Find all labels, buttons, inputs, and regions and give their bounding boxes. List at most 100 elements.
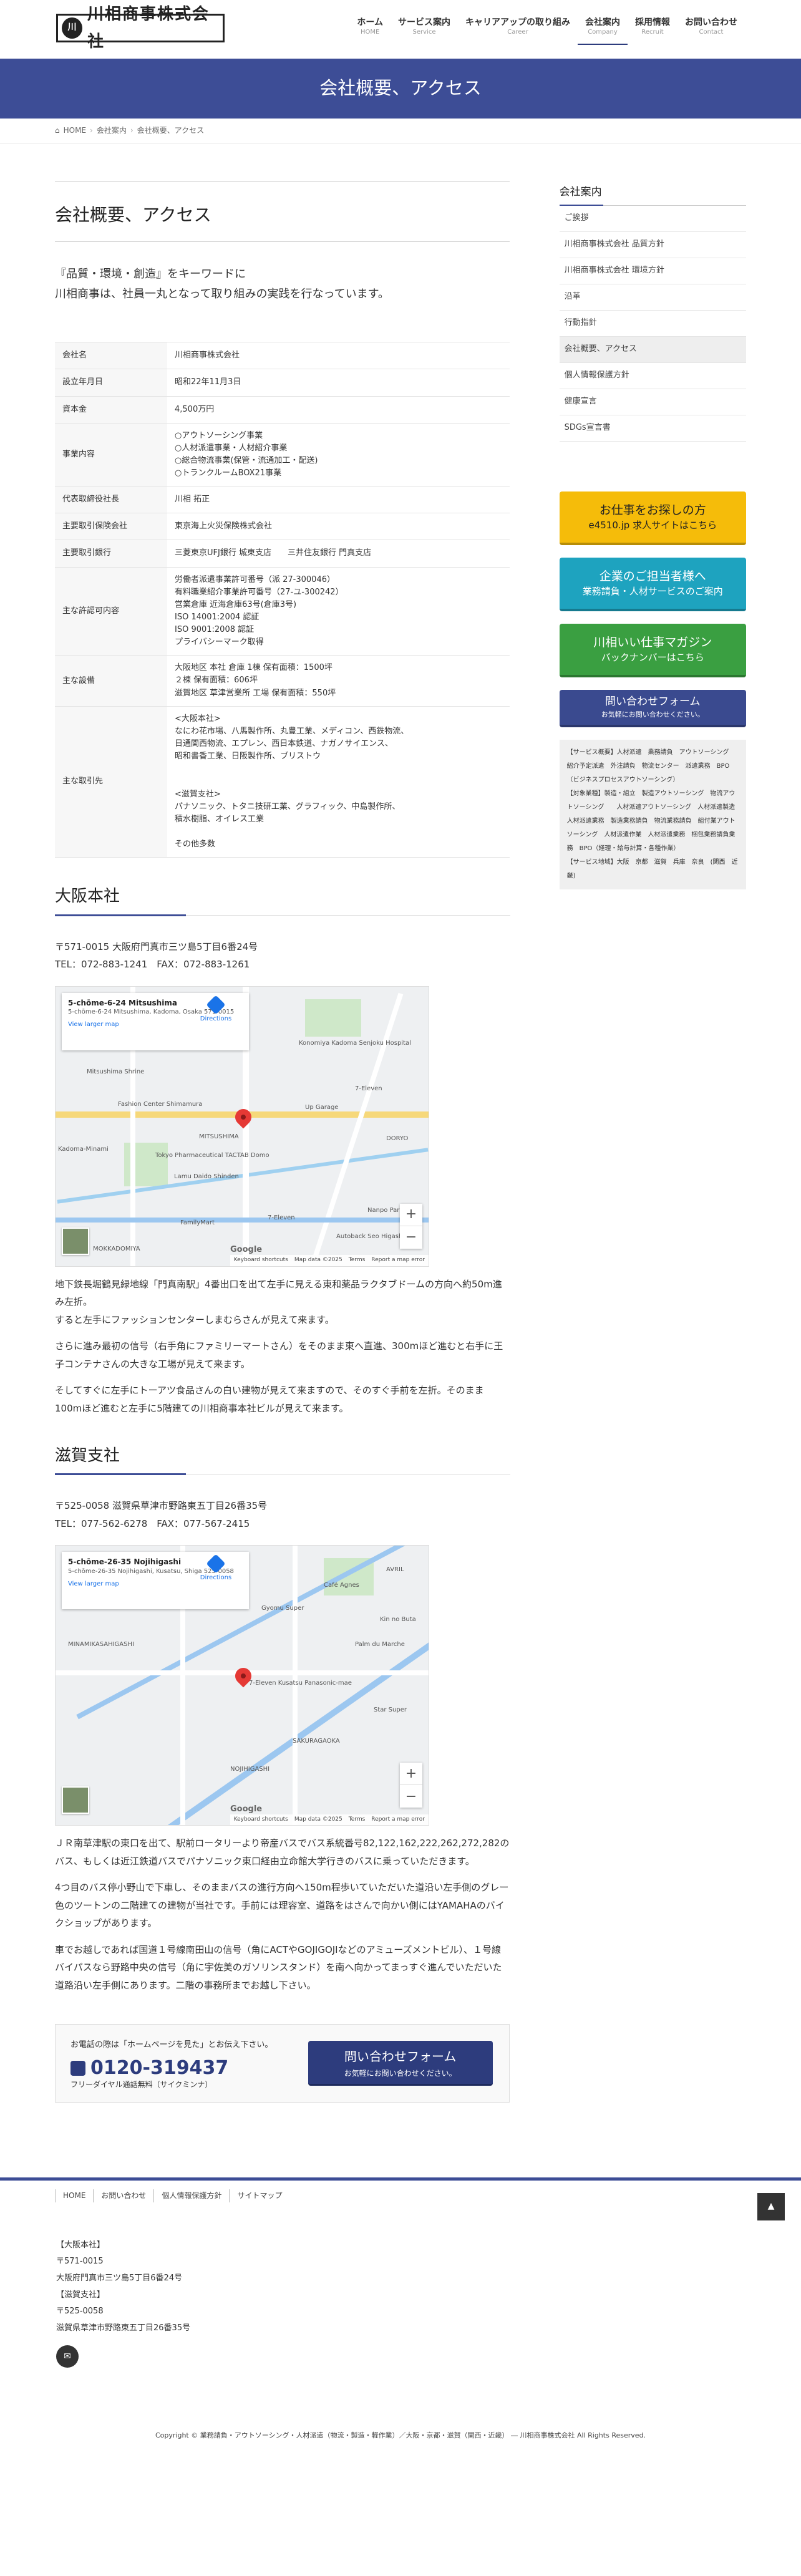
sidebar: 会社案内 ご挨拶 川相商事株式会社 品質方針 川相商事株式会社 環境方針 沿革 … xyxy=(559,168,746,2103)
page-title: 会社概要、アクセス xyxy=(55,181,510,242)
breadcrumb-current: 会社概要、アクセス xyxy=(137,126,205,135)
table-row: 主要取引保険会社 東京海上火災保険株式会社 xyxy=(55,513,510,541)
page-banner: 会社概要、アクセス xyxy=(0,59,801,119)
service-tags: 【サービス概要】人材派遣 業務請負 アウトソーシング 紹介予定派遣 外注請負 物… xyxy=(559,739,746,889)
business-banner[interactable]: 企業のご担当者様へ 業務請負・人材サービスのご案内 xyxy=(559,557,746,611)
sidebar-list: ご挨拶 川相商事株式会社 品質方針 川相商事株式会社 環境方針 沿革 行動指針 … xyxy=(559,206,746,442)
nav-service[interactable]: サービス案内 Service xyxy=(391,17,458,45)
magazine-banner[interactable]: 川相いい仕事マガジン バックナンバーはこちら xyxy=(559,623,746,677)
table-row: 主な設備 大阪地区 本社 倉庫 1棟 保有面積：1500坪 ２棟 保有面積：606… xyxy=(55,655,510,707)
osaka-address: 〒571-0015 大阪府門真市三ツ島5丁目6番24号 TEL：072-883-… xyxy=(55,941,258,971)
map-satellite-toggle[interactable] xyxy=(62,1227,89,1255)
zoom-out-button[interactable]: − xyxy=(400,1785,422,1808)
contact-free-label: フリーダイヤル通話無料（サイクミンナ） xyxy=(70,2080,213,2089)
table-row: 主な許認可内容 労働者派遣事業許可番号（派 27-300046） 有料職業紹介事業… xyxy=(55,566,510,656)
nav-recruit[interactable]: 採用情報 Recruit xyxy=(628,17,677,45)
sidebar-item-sdgs[interactable]: SDGs宣言書 xyxy=(559,415,746,442)
footer-link-home[interactable]: HOME xyxy=(55,2189,93,2202)
phone-icon xyxy=(70,2060,85,2076)
terms-link[interactable]: Terms xyxy=(349,1256,366,1265)
directions-button[interactable]: Directions xyxy=(194,1554,238,1583)
shiga-directions-2: 4つ目のバス停小野山で下車し、そのままバスの進行方向へ150m程歩いていただいた… xyxy=(55,1882,509,1929)
site-header: 川 川相商事株式会社 ホーム HOME サービス案内 Service キャリアアップ… xyxy=(0,0,801,59)
table-row: 資本金 4,500万円 xyxy=(55,395,510,424)
shiga-map[interactable]: MINAMIKASAHIGASHI Gyomu Super Kin no But… xyxy=(55,1545,429,1826)
lead-text: 『品質・環境・創造』をキーワードに 川相商事は、社員一丸となって取り組みの実践を… xyxy=(55,267,389,301)
main-content: 会社概要、アクセス 『品質・環境・創造』をキーワードに 川相商事は、社員一丸とな… xyxy=(55,168,510,2103)
site-footer: HOME お問い合わせ 個人情報保護方針 サイトマップ ▲ 【大阪本社】 〒57… xyxy=(0,2177,801,2467)
map-footer: Keyboard shortcuts Map data ©2025 Terms … xyxy=(230,1255,429,1266)
shiga-directions-1: ＪＲ南草津駅の東口を出て、駅前ロータリーより帝産バスでバス系統番号82,122,… xyxy=(55,1838,510,1867)
directions-icon xyxy=(206,994,226,1015)
sidebar-item-greeting[interactable]: ご挨拶 xyxy=(559,206,746,232)
mail-icon[interactable]: ✉ xyxy=(56,2345,79,2368)
osaka-directions-1: 地下鉄長堀鶴見緑地線「門真南駅」4番出口を出て左手に見える東和薬品ラクタブドーム… xyxy=(55,1278,502,1325)
sidebar-item-health[interactable]: 健康宣言 xyxy=(559,389,746,415)
sidebar-item-environment[interactable]: 川相商事株式会社 環境方針 xyxy=(559,258,746,284)
contact-form-banner[interactable]: 問い合わせフォーム お気軽にお問い合わせください。 xyxy=(559,689,746,727)
sidebar-item-history[interactable]: 沿革 xyxy=(559,284,746,311)
terms-link[interactable]: Terms xyxy=(349,1815,366,1824)
table-row: 代表取締役社長 川相 拓正 xyxy=(55,486,510,514)
copyright: Copyright © 業務請負・アウトソーシング・人材派遣（物流・製造・軽作業… xyxy=(155,2431,646,2440)
nav-career[interactable]: キャリアアップの取り組み Career xyxy=(458,17,578,45)
site-logo[interactable]: 川 川相商事株式会社 xyxy=(56,5,225,51)
contact-box: お電話の際は「ホームページを見た」とお伝え下さい。 0120-319437 フリ… xyxy=(55,2024,510,2103)
report-error-link[interactable]: Report a map error xyxy=(371,1256,425,1265)
footer-address: 【大阪本社】 〒571-0015 大阪府門真市三ツ島5丁目6番24号 【滋賀支社… xyxy=(56,2240,191,2333)
footer-link-sitemap[interactable]: サイトマップ xyxy=(229,2189,289,2202)
table-row: 事業内容 ○アウトソーシング事業 ○人材派遣事業・人材紹介事業 ○総合物流事業(保… xyxy=(55,422,510,487)
chevron-up-icon: ▲ xyxy=(767,2201,775,2212)
footer-link-contact[interactable]: お問い合わせ xyxy=(93,2189,153,2202)
map-footer: Keyboard shortcuts Map data ©2025 Terms … xyxy=(230,1814,429,1826)
zoom-in-button[interactable]: + xyxy=(400,1204,422,1226)
map-data-label: Map data ©2025 xyxy=(294,1816,342,1823)
breadcrumb: ⌂ HOME › 会社案内 › 会社概要、アクセス xyxy=(0,119,801,143)
zoom-in-button[interactable]: + xyxy=(400,1763,422,1786)
sidebar-item-quality[interactable]: 川相商事株式会社 品質方針 xyxy=(559,232,746,258)
report-error-link[interactable]: Report a map error xyxy=(371,1815,425,1824)
zoom-out-button[interactable]: − xyxy=(400,1226,422,1249)
sidebar-title: 会社案内 xyxy=(559,183,746,206)
osaka-directions-3: そしてすぐに左手にトーアツ食品さんの白い建物が見えて来ますので、そのすぐ手前を左… xyxy=(55,1385,484,1414)
directions-button[interactable]: Directions xyxy=(194,994,238,1024)
table-row: 主な取引先 <大阪本社> なにわ花市場、八馬製作所、丸豊工業、メディコン、西鉄物流… xyxy=(55,705,510,858)
nav-home[interactable]: ホーム HOME xyxy=(349,17,391,45)
footer-nav: HOME お問い合わせ 個人情報保護方針 サイトマップ xyxy=(55,2189,801,2202)
contact-form-button[interactable]: 問い合わせフォーム お気軽にお問い合わせください。 xyxy=(308,2041,493,2086)
sidebar-item-privacy[interactable]: 個人情報保護方針 xyxy=(559,363,746,389)
shiga-address: 〒525-0058 滋賀県草津市野路東五丁目26番35号 TEL：077-562… xyxy=(55,1500,268,1529)
breadcrumb-home[interactable]: HOME xyxy=(64,124,86,137)
directions-icon xyxy=(206,1554,226,1574)
home-icon: ⌂ xyxy=(55,126,60,135)
osaka-directions-2: さらに進み最初の信号（右手角にファミリーマートさん）をそのまま東へ直進、300m… xyxy=(55,1340,503,1370)
contact-note: お電話の際は「ホームページを見た」とお伝え下さい。 xyxy=(70,2040,273,2050)
map-data-label: Map data ©2025 xyxy=(294,1257,342,1264)
table-row: 会社名 川相商事株式会社 xyxy=(55,342,510,370)
nav-contact[interactable]: お問い合わせ Contact xyxy=(677,17,745,45)
logo-mark: 川 xyxy=(62,17,82,39)
map-zoom-controls: + − xyxy=(400,1763,422,1808)
footer-link-privacy[interactable]: 個人情報保護方針 xyxy=(153,2189,229,2202)
back-to-top-button[interactable]: ▲ xyxy=(757,2193,785,2221)
job-search-banner[interactable]: お仕事をお探しの方 e4510.jp 求人サイトはこちら xyxy=(559,491,746,545)
table-row: 主要取引銀行 三菱東京UFJ銀行 城東支店 三井住友銀行 門真支店 xyxy=(55,540,510,568)
breadcrumb-parent[interactable]: 会社案内 xyxy=(97,124,127,137)
osaka-heading: 大阪本社 xyxy=(55,883,510,916)
nav-company[interactable]: 会社案内 Company xyxy=(578,17,628,45)
breadcrumb-separator: › xyxy=(130,126,134,135)
sidebar-item-guidelines[interactable]: 行動指針 xyxy=(559,311,746,337)
table-row: 設立年月日 昭和22年11月3日 xyxy=(55,369,510,397)
global-nav: ホーム HOME サービス案内 Service キャリアアップの取り組み Career… xyxy=(349,17,745,45)
sidebar-item-overview[interactable]: 会社概要、アクセス xyxy=(559,336,746,363)
logo-text: 川相商事株式会社 xyxy=(87,4,210,51)
shiga-directions-3: 車でお越しであれば国道１号線南田山の信号（角にACTやGOJIGOJIなどのアミ… xyxy=(55,1944,502,1991)
keyboard-shortcuts-link[interactable]: Keyboard shortcuts xyxy=(234,1256,288,1265)
keyboard-shortcuts-link[interactable]: Keyboard shortcuts xyxy=(234,1815,288,1824)
company-info-table: 会社名 川相商事株式会社 設立年月日 昭和22年11月3日 資本金 4,500万円 事… xyxy=(55,342,510,858)
banner-title: 会社概要、アクセス xyxy=(319,77,482,99)
map-satellite-toggle[interactable] xyxy=(62,1786,89,1814)
breadcrumb-separator: › xyxy=(90,126,93,135)
osaka-map[interactable]: Mitsushima Shrine Fashion Center Shimamu… xyxy=(55,985,429,1267)
shiga-heading: 滋賀支社 xyxy=(55,1442,510,1476)
